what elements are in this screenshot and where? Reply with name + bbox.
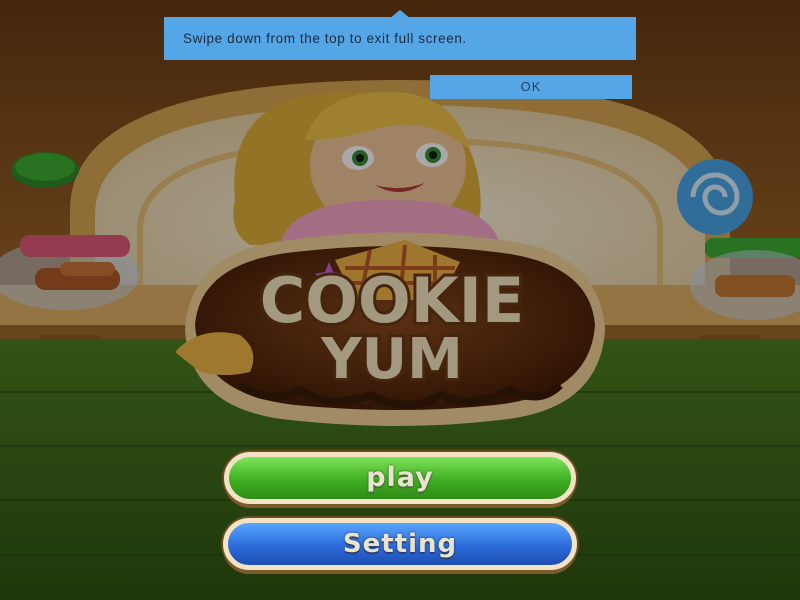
cookie-icon (11, 152, 79, 188)
play-button-label: play (366, 462, 434, 493)
setting-button-label: Setting (342, 529, 458, 559)
setting-button[interactable]: Setting (223, 518, 577, 570)
ok-button-label: OK (520, 79, 542, 94)
ok-button[interactable]: OK (430, 75, 632, 99)
play-button[interactable]: play (224, 452, 576, 504)
logo-title-line2: YUM (320, 327, 463, 392)
bread-jar (0, 235, 140, 310)
cookie-jar-right (690, 238, 800, 320)
swirl-candy-icon (677, 159, 753, 235)
game-background: COOKIE YUM (0, 0, 800, 600)
toast-message: Swipe down from the top to exit full scr… (183, 31, 467, 46)
fullscreen-toast: Swipe down from the top to exit full scr… (164, 17, 636, 60)
